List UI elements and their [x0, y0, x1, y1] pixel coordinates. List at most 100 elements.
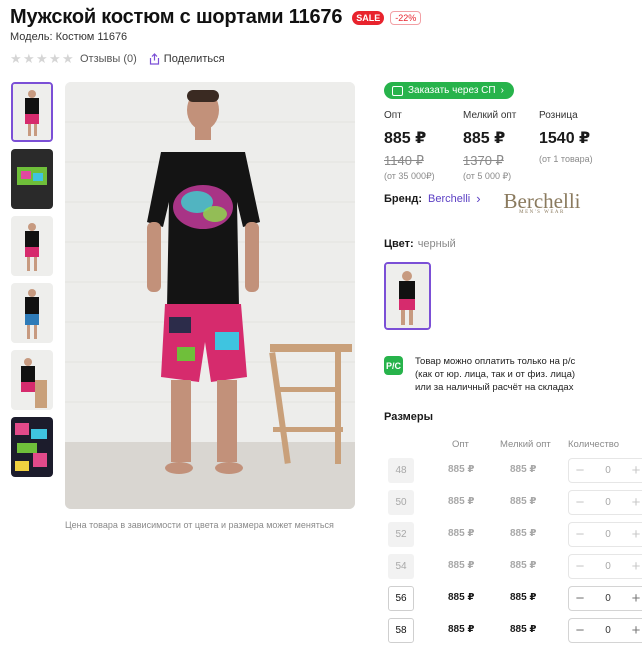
- order-via-sp-label: Заказать через СП: [408, 85, 496, 96]
- decrement-button[interactable]: −: [569, 494, 591, 511]
- price-retail: Розница 1540 ₽ (от 1 товара): [539, 110, 593, 164]
- color-row: Цвет: черный: [384, 238, 456, 250]
- reviews-link[interactable]: Отзывы (0): [80, 53, 137, 65]
- decrement-button[interactable]: −: [569, 622, 591, 639]
- size-row-54: 54 885 ₽ 885 ₽ −0 +: [384, 554, 642, 581]
- quantity-stepper: −0 +: [568, 586, 642, 611]
- star-icon: ★: [36, 51, 48, 66]
- thumbnail-4[interactable]: [11, 283, 53, 343]
- model-text: Модель: Костюм 11676: [10, 31, 128, 43]
- size-label: 52: [388, 522, 414, 547]
- decrement-button[interactable]: −: [569, 558, 591, 575]
- decrement-button[interactable]: −: [569, 462, 591, 479]
- increment-button[interactable]: +: [625, 558, 642, 575]
- color-swatch-image: [386, 264, 429, 328]
- star-icon: ★: [62, 51, 74, 66]
- decrement-button[interactable]: −: [569, 526, 591, 543]
- increment-button[interactable]: +: [625, 526, 642, 543]
- price-small-wholesale: Мелкий опт 885 ₽ 1370 ₽ (от 5 000 ₽): [463, 110, 516, 182]
- share-icon: [149, 53, 159, 65]
- size-price-opt: 885 ₽: [448, 592, 475, 603]
- thumbnail-image: [11, 216, 53, 276]
- price-current: 1540 ₽: [539, 130, 591, 147]
- brand-label: Бренд:: [384, 192, 423, 205]
- payment-line: или за наличный расчёт на складах: [415, 382, 574, 393]
- price-condition: (от 35 000₽): [384, 171, 435, 181]
- size-label: 48: [388, 458, 414, 483]
- thumbnail-1[interactable]: [11, 82, 53, 142]
- product-image: [65, 82, 355, 509]
- share-button[interactable]: Поделиться: [149, 53, 225, 65]
- column-header-opt: Опт: [452, 439, 469, 450]
- size-price-small-opt: 885 ₽: [510, 624, 537, 635]
- quantity-stepper: −0 +: [568, 522, 642, 547]
- size-row-50: 50 885 ₽ 885 ₽ −0 +: [384, 490, 642, 517]
- color-swatch-black[interactable]: [384, 262, 431, 330]
- size-price-small-opt: 885 ₽: [510, 528, 537, 539]
- quantity-value[interactable]: 0: [591, 529, 625, 540]
- price-note: Цена товара в зависимости от цвета и раз…: [65, 520, 334, 530]
- size-label[interactable]: 56: [388, 586, 414, 611]
- size-price-opt: 885 ₽: [448, 624, 475, 635]
- size-label[interactable]: 58: [388, 618, 414, 643]
- payment-note: Р/С Товар можно оплатить только на р/с (…: [384, 355, 575, 394]
- quantity-stepper: −0 +: [568, 458, 642, 483]
- chevron-right-icon: ›: [500, 85, 504, 96]
- increment-button[interactable]: +: [625, 622, 642, 639]
- quantity-stepper: −0 +: [568, 490, 642, 515]
- thumbnail-5[interactable]: [11, 350, 53, 410]
- main-product-photo[interactable]: [65, 82, 355, 509]
- column-header-small-opt: Мелкий опт: [500, 439, 551, 450]
- brand-logo[interactable]: Berchelli MEN'S WEAR: [492, 189, 592, 216]
- color-label: Цвет:: [384, 238, 414, 250]
- payment-line: (как от юр. лица, так и от физ. лица): [415, 369, 576, 380]
- thumbnail-image: [11, 417, 53, 477]
- thumbnail-list: [11, 82, 53, 484]
- sizes-title: Размеры: [384, 411, 434, 423]
- brand-logo-name: Berchelli: [503, 189, 581, 213]
- bank-account-icon: Р/С: [384, 356, 403, 375]
- thumbnail-image: [13, 84, 51, 140]
- brand-link[interactable]: Berchelli: [428, 193, 470, 205]
- quantity-value[interactable]: 0: [591, 465, 625, 476]
- increment-button[interactable]: +: [625, 462, 642, 479]
- thumbnail-3[interactable]: [11, 216, 53, 276]
- quantity-value[interactable]: 0: [591, 625, 625, 636]
- size-row-56: 56 885 ₽ 885 ₽ −0 +: [384, 586, 642, 613]
- increment-button[interactable]: +: [625, 494, 642, 511]
- size-price-small-opt: 885 ₽: [510, 496, 537, 507]
- quantity-value[interactable]: 0: [591, 561, 625, 572]
- order-via-sp-button[interactable]: Заказать через СП ›: [384, 82, 514, 99]
- price-wholesale: Опт 885 ₽ 1140 ₽ (от 35 000₽): [384, 110, 435, 182]
- size-label: 50: [388, 490, 414, 515]
- quantity-value[interactable]: 0: [591, 497, 625, 508]
- color-value: черный: [417, 238, 456, 250]
- thumbnail-6[interactable]: [11, 417, 53, 477]
- thumbnail-image: [11, 149, 53, 209]
- size-price-small-opt: 885 ₽: [510, 464, 537, 475]
- page-title: Мужской костюм с шортами 11676: [10, 6, 343, 28]
- payment-line: Товар можно оплатить только на р/с: [415, 356, 576, 367]
- price-label: Опт: [384, 110, 402, 121]
- price-label: Розница: [539, 110, 578, 121]
- thumbnail-2[interactable]: [11, 149, 53, 209]
- thumbnail-image: [11, 350, 53, 410]
- size-price-small-opt: 885 ₽: [510, 592, 537, 603]
- brand-row: Бренд: Berchelli ›: [384, 191, 481, 206]
- price-old: 1370 ₽: [463, 153, 504, 168]
- column-header-quantity: Количество: [568, 439, 620, 450]
- rating-stars: ★ ★ ★ ★ ★: [10, 51, 74, 66]
- decrement-button[interactable]: −: [569, 590, 591, 607]
- increment-button[interactable]: +: [625, 590, 642, 607]
- discount-badge: -22%: [390, 10, 422, 25]
- star-icon: ★: [10, 51, 22, 66]
- size-price-opt: 885 ₽: [448, 496, 475, 507]
- size-row-58: 58 885 ₽ 885 ₽ −0 +: [384, 618, 642, 645]
- price-label: Мелкий опт: [463, 110, 517, 121]
- size-price-opt: 885 ₽: [448, 528, 475, 539]
- thumbnail-image: [11, 283, 53, 343]
- share-label: Поделиться: [163, 53, 225, 65]
- sale-badge: SALE: [352, 10, 385, 25]
- quantity-value[interactable]: 0: [591, 593, 625, 604]
- price-condition: (от 1 товара): [539, 154, 593, 164]
